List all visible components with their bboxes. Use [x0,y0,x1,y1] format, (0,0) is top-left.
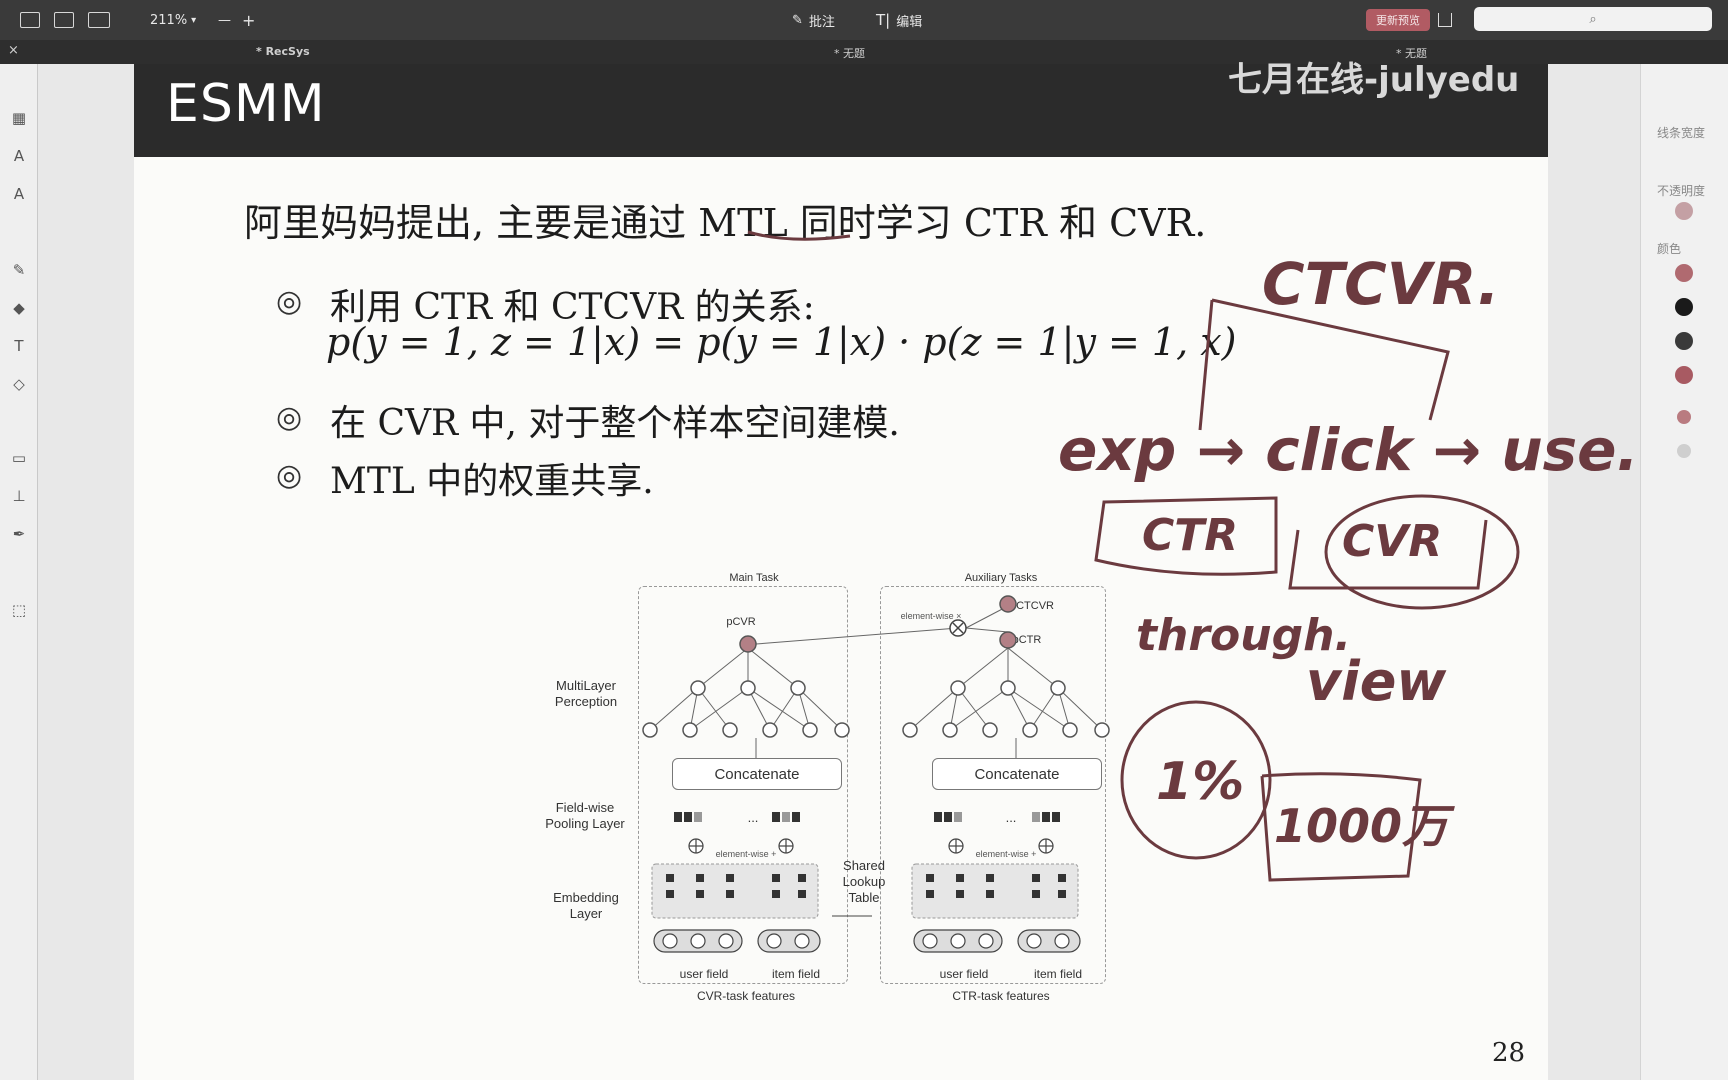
handwriting-funnel: exp → click → use. [1058,416,1639,484]
sidebar-toggle-icon[interactable] [20,8,40,32]
slide-title: ESMM [166,74,326,134]
watermark-julyedu: 七月在线-julyedu [1228,60,1520,100]
embedding-block-aux [911,863,1079,919]
selection-icon[interactable]: ⬚ [9,600,29,620]
handwriting-view: view [1306,650,1447,713]
opacity-swatch[interactable] [1675,202,1693,220]
search-icon: ⌕ [1589,11,1597,27]
pooling-blocks [674,812,1060,822]
mlp-edges-aux [909,605,1103,731]
annotation-properties-panel: 线条宽度 不透明度 颜色 [1640,64,1728,1080]
annotate-icon: ✎ [792,12,803,28]
comment-icon[interactable]: ▭ [9,448,29,468]
color-label: 颜色 [1657,242,1682,256]
stamp-icon[interactable]: ⊥ [9,486,29,506]
color-swatch-5[interactable] [1677,410,1691,424]
pcvr-to-multiply-edge [755,627,959,645]
image-tool-icon[interactable]: ▦ [9,108,29,128]
text-highlight-icon[interactable]: A [9,146,29,166]
color-swatch-4[interactable] [1675,366,1693,384]
concat-to-mlp-edges [755,738,1017,758]
handwriting-percent: 1% [1156,752,1245,812]
handwriting-cvr: CVR [1342,516,1443,567]
line-width-label: 线条宽度 [1657,126,1706,140]
bullet-marker: ◎ [276,284,303,319]
update-preview-button[interactable]: 更新预览 [1366,9,1430,31]
color-swatch-2[interactable] [1675,298,1693,316]
tab-untitled-1[interactable]: * 无题 [834,45,865,61]
shapes-icon[interactable]: ◇ [9,374,29,394]
handwriting-ctr: CTR [1142,510,1239,561]
feature-field-groups [653,929,1081,953]
opacity-label: 不透明度 [1657,184,1706,198]
zoom-level-text: 211% [150,12,188,28]
color-swatch-6[interactable] [1677,444,1691,458]
pen-icon[interactable]: ✒ [9,524,29,544]
pencil-icon[interactable]: ✎ [9,260,29,280]
diagram-graphics [642,595,1110,953]
left-tool-palette: ▦ A A ✎ ◆ T ◇ ▭ ⊥ ✒ ⬚ [0,64,38,1080]
tab-recsys[interactable]: * RecSys [256,45,310,58]
zoom-in-button[interactable]: + [242,8,255,32]
text-underline-icon[interactable]: A [9,184,29,204]
main-statement: 阿里妈妈提出, 主要是通过 MTL 同时学习 CTR 和 CVR. [244,201,1207,245]
search-input[interactable]: ⌕ [1474,7,1712,31]
color-swatch-1[interactable] [1675,264,1693,282]
color-swatch-3[interactable] [1675,332,1693,350]
feature-nodes [662,933,1070,949]
pctr-node [999,631,1017,649]
zoom-out-button[interactable]: — [218,8,231,32]
multiply-node [949,619,967,637]
edit-button[interactable]: T| 编辑 [876,8,922,32]
zoom-level-dropdown[interactable]: 211% ▾ [150,8,196,32]
handwriting-ctcvr: CTCVR. [1262,250,1500,318]
handwriting-ten-million: 1000万 [1274,799,1449,853]
thumbnail-grid-icon[interactable] [54,8,74,32]
plus-marks [689,839,1053,853]
probability-formula: p(y = 1, z = 1|x) = p(y = 1|x) · p(z = 1… [326,320,1237,364]
embedding-block-main [651,863,819,919]
chevron-down-icon: ▾ [191,14,197,26]
annotate-button[interactable]: ✎ 批注 [792,8,835,32]
bullet-marker: ◎ [276,400,303,435]
text-edit-icon: T| [876,11,891,29]
share-icon[interactable] [1438,8,1452,32]
top-toolbar: 211% ▾ — + ✎ 批注 T| 编辑 更新预览 ⌕ [0,0,1728,40]
plus-nodes [688,838,1054,854]
bullet-weight-sharing: MTL 中的权重共享. [330,461,654,502]
eraser-icon[interactable]: ◆ [9,298,29,318]
page-number: 28 [1492,1038,1526,1068]
esmm-architecture-diagram: Main Task Auxiliary Tasks pCVR pCTCVR pC… [536,568,1136,1008]
close-tab-icon[interactable]: × [8,43,19,58]
bullet-cvr-space: 在 CVR 中, 对于整个样本空间建模. [330,403,900,444]
pctcvr-node [999,595,1017,613]
page-layout-icon[interactable] [88,8,110,32]
pcvr-node [739,635,757,653]
text-tool-icon[interactable]: T [9,336,29,356]
bullet-marker: ◎ [276,458,303,493]
